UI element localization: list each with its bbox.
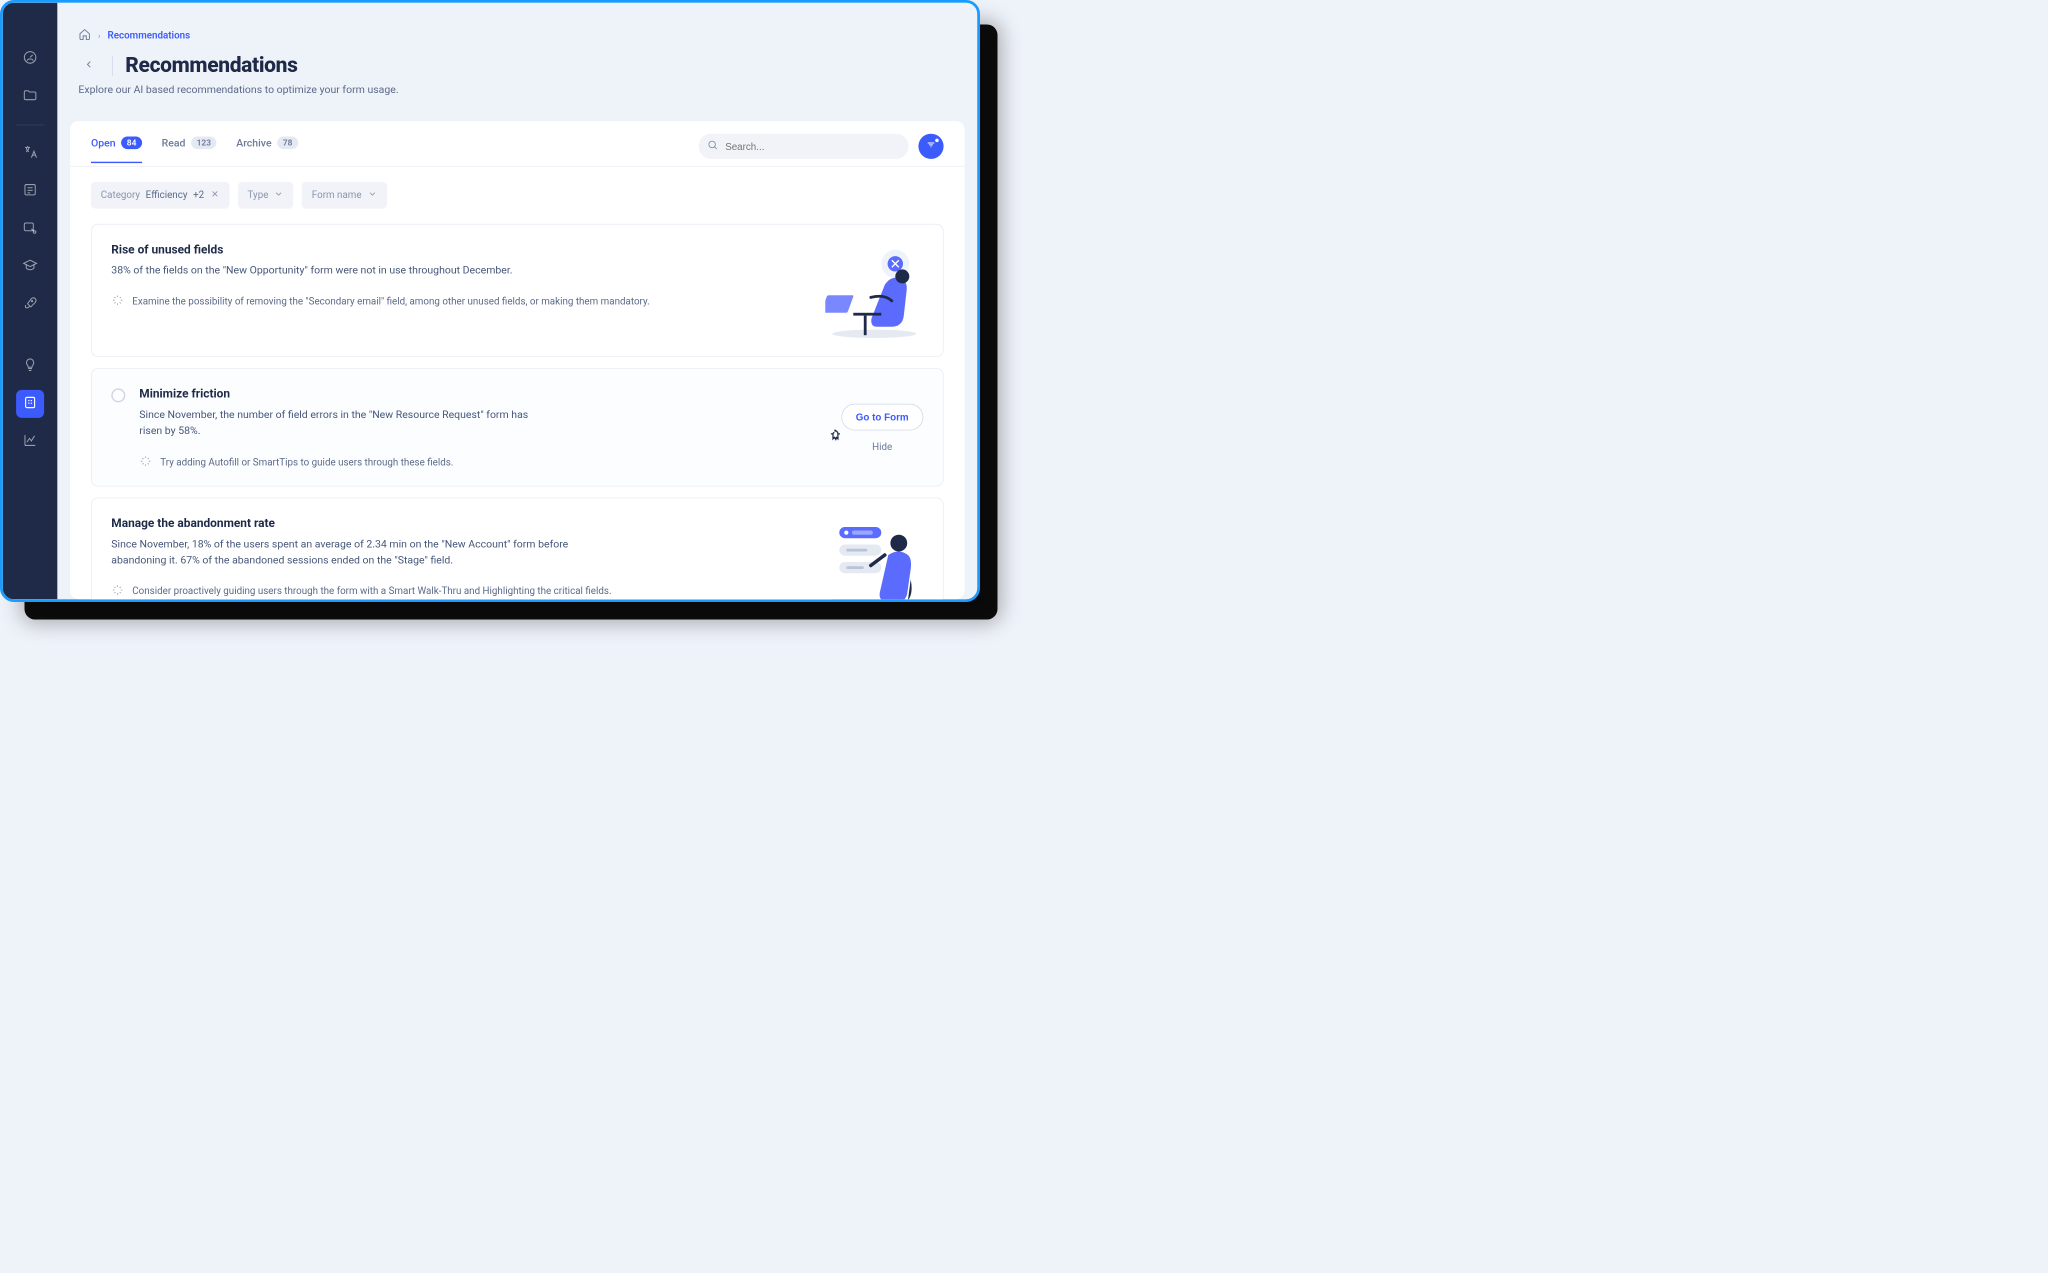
- card-title: Manage the abandonment rate: [111, 516, 804, 530]
- sparkle-icon: [139, 455, 152, 470]
- filter-button[interactable]: [918, 134, 943, 159]
- sidebar-item-education[interactable]: [16, 253, 44, 281]
- filter-chips: Category Efficiency +2 Type Form name: [70, 167, 965, 216]
- rocket-icon: [22, 295, 37, 313]
- cursor-icon: [828, 428, 845, 448]
- recommendation-card[interactable]: Manage the abandonment rate Since Novemb…: [91, 497, 944, 599]
- breadcrumb: › Recommendations: [78, 28, 956, 43]
- lightbulb-icon: [22, 357, 37, 375]
- chevron-down-icon: [274, 189, 284, 202]
- translate-icon: [22, 144, 37, 162]
- tab-label: Read: [162, 137, 186, 150]
- sidebar: [3, 3, 58, 599]
- calculator-icon: [22, 395, 37, 413]
- card-description: Since November, the number of field erro…: [139, 407, 531, 440]
- chip-label: Type: [248, 190, 269, 201]
- filter-chip-type[interactable]: Type: [238, 182, 294, 209]
- header-area: › Recommendations Recommendations Explor…: [57, 3, 977, 109]
- tab-badge: 84: [121, 137, 142, 150]
- list-icon: [22, 182, 37, 200]
- tabs-row: Open 84 Read 123 Archive 78: [70, 121, 965, 166]
- tab-label: Archive: [236, 137, 271, 150]
- sidebar-item-idea[interactable]: [16, 352, 44, 380]
- sidebar-item-analytics[interactable]: [16, 428, 44, 456]
- content-panel: Open 84 Read 123 Archive 78: [70, 121, 965, 599]
- chevron-down-icon: [367, 189, 377, 202]
- folder-icon: [22, 88, 37, 106]
- divider: [16, 125, 44, 126]
- recommendation-card[interactable]: Minimize friction Since November, the nu…: [91, 368, 944, 486]
- tab-open[interactable]: Open 84: [91, 137, 142, 164]
- home-icon: [78, 32, 91, 43]
- tab-badge: 78: [277, 137, 298, 150]
- hide-link[interactable]: Hide: [872, 442, 892, 453]
- tab-archive[interactable]: Archive 78: [236, 137, 298, 164]
- suggestion-text: Consider proactively guiding users throu…: [132, 586, 611, 597]
- main-content: › Recommendations Recommendations Explor…: [57, 3, 977, 599]
- person-forms-illustration: [825, 516, 923, 599]
- recommendation-card[interactable]: Rise of unused fields 38% of the fields …: [91, 224, 944, 357]
- card-illustration: [818, 243, 923, 341]
- line-chart-icon: [22, 433, 37, 451]
- go-to-form-button[interactable]: Go to Form: [841, 404, 923, 431]
- indicator-dot: [935, 139, 939, 143]
- chevron-left-icon: [83, 58, 94, 72]
- card-title: Rise of unused fields: [111, 243, 804, 257]
- sparkle-icon: [111, 294, 124, 309]
- tabs: Open 84 Read 123 Archive 78: [91, 137, 699, 164]
- title-row: Recommendations: [78, 53, 956, 77]
- sidebar-item-recommendations[interactable]: [16, 390, 44, 418]
- suggestion-text: Try adding Autofill or SmartTips to guid…: [160, 457, 453, 468]
- search-icon: [707, 139, 718, 153]
- tab-label: Open: [91, 137, 116, 150]
- breadcrumb-current: Recommendations: [108, 30, 191, 41]
- chip-label: Form name: [312, 190, 362, 201]
- sidebar-item-translate[interactable]: [16, 139, 44, 167]
- filter-chip-form-name[interactable]: Form name: [302, 182, 387, 209]
- chip-value: Efficiency: [146, 190, 188, 201]
- tab-badge: 123: [191, 137, 217, 150]
- sidebar-item-dashboard[interactable]: [16, 45, 44, 73]
- card-description: 38% of the fields on the "New Opportunit…: [111, 263, 601, 279]
- search-box: [699, 134, 909, 159]
- search-area: [699, 134, 944, 166]
- breadcrumb-home[interactable]: [78, 28, 91, 43]
- close-icon[interactable]: [210, 189, 220, 202]
- gauge-icon: [22, 50, 37, 68]
- radio-marker[interactable]: [111, 389, 125, 403]
- sidebar-item-rocket[interactable]: [16, 291, 44, 319]
- divider: [112, 56, 113, 76]
- graduation-cap-icon: [22, 258, 37, 276]
- card-suggestion: Consider proactively guiding users throu…: [111, 584, 804, 599]
- card-actions: Go to Form Hide: [818, 387, 923, 470]
- chip-extra: +2: [193, 190, 204, 201]
- chip-label: Category: [101, 190, 140, 201]
- card-suggestion: Examine the possibility of removing the …: [111, 294, 804, 309]
- cards-list: Rise of unused fields 38% of the fields …: [70, 216, 965, 600]
- card-content: Minimize friction Since November, the nu…: [139, 387, 804, 470]
- suggestion-text: Examine the possibility of removing the …: [132, 296, 649, 307]
- share-icon: [22, 220, 37, 238]
- person-laptop-illustration: [825, 243, 923, 341]
- sidebar-item-folder[interactable]: [16, 83, 44, 111]
- page-subtitle: Explore our AI based recommendations to …: [78, 83, 956, 96]
- card-illustration: [818, 516, 923, 599]
- sidebar-item-list[interactable]: [16, 177, 44, 205]
- page-title: Recommendations: [125, 53, 297, 77]
- sparkle-icon: [111, 584, 124, 599]
- filter-chip-category[interactable]: Category Efficiency +2: [91, 182, 229, 209]
- card-description: Since November, 18% of the users spent a…: [111, 536, 601, 569]
- chevron-right-icon: ›: [98, 31, 101, 41]
- card-suggestion: Try adding Autofill or SmartTips to guid…: [139, 455, 804, 470]
- sidebar-item-share[interactable]: [16, 215, 44, 243]
- tab-read[interactable]: Read 123: [162, 137, 217, 164]
- back-button[interactable]: [78, 55, 99, 76]
- card-content: Manage the abandonment rate Since Novemb…: [111, 516, 804, 599]
- card-title: Minimize friction: [139, 387, 804, 401]
- search-input[interactable]: [699, 134, 909, 159]
- card-content: Rise of unused fields 38% of the fields …: [111, 243, 804, 341]
